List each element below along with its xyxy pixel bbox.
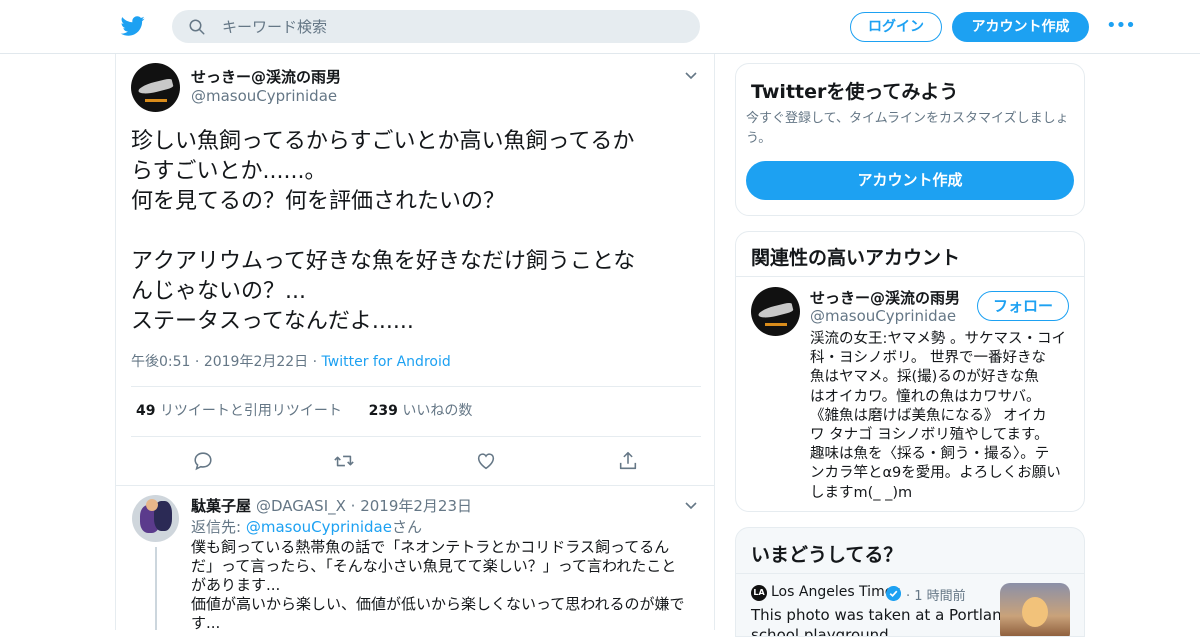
- reply-to-handle[interactable]: @masouCyprinidae: [246, 518, 392, 536]
- news-time-ago: · 1 時間前: [906, 589, 966, 604]
- search-icon: [189, 19, 205, 35]
- signup-card-title: Twitterを使ってみよう: [751, 81, 959, 103]
- author-avatar[interactable]: [131, 63, 180, 112]
- trends-card: いまどうしてる？ LA Los Angeles Times · 1 時間前 Th…: [735, 527, 1085, 637]
- tweet-date[interactable]: 2019年2月22日: [204, 354, 308, 370]
- signup-card-description: 今すぐ登録して、タイムラインをカスタマイズしましょ う。: [746, 109, 1076, 149]
- bio-line: ンカラ竿とα9を愛用。よろしくお願い: [810, 465, 1061, 482]
- thumbnail-subject: [1022, 597, 1048, 627]
- related-accounts-card: 関連性の高いアカウント せっきー@渓流の雨男 @masouCyprinidae …: [735, 231, 1085, 512]
- chevron-down-icon[interactable]: [685, 72, 697, 80]
- fish-logo: [757, 301, 794, 321]
- bio-line: 魚はヤマメ。採(撮)るのが好きな魚: [810, 369, 1039, 386]
- bio-line: しますm(_ _)m: [810, 484, 913, 501]
- search-box[interactable]: [172, 10, 700, 43]
- retweet-stat[interactable]: 49 リツイートと引用リツイート: [136, 403, 342, 419]
- top-bar: ログイン アカウント作成 •••: [0, 0, 1200, 54]
- bio-line: はオイカワ。憧れの魚はカワサバ。: [810, 388, 1041, 405]
- bio-line: ワ タナゴ ヨシノボリ殖やしてます。: [810, 426, 1049, 443]
- news-time-ago-value: 1 時間前: [914, 589, 966, 604]
- reply-icon[interactable]: [192, 450, 214, 472]
- share-icon[interactable]: [617, 450, 639, 472]
- reply-text-line: す...: [191, 614, 221, 630]
- news-headline[interactable]: This photo was taken at a Portland schoo…: [751, 605, 1012, 637]
- tweet-stats: 49 リツイートと引用リツイート 239 いいねの数: [136, 400, 472, 420]
- headline-line: school playground...: [751, 626, 903, 637]
- twitter-bird-icon[interactable]: [120, 14, 146, 38]
- tweet-text-line: ステータスってなんだよ......: [131, 309, 414, 334]
- news-source-name[interactable]: Los Angeles Times: [771, 584, 901, 600]
- retweet-count: 49: [136, 403, 156, 419]
- like-stat[interactable]: 239 いいねの数: [369, 403, 473, 419]
- tweet-text-line: らすごいとか......。: [131, 159, 327, 184]
- news-thumbnail[interactable]: [1000, 583, 1070, 636]
- related-account-avatar[interactable]: [751, 287, 800, 336]
- signup-button[interactable]: アカウント作成: [952, 12, 1089, 42]
- reply-author-name[interactable]: 駄菓子屋: [191, 495, 251, 516]
- divider: [131, 386, 701, 387]
- more-options-icon[interactable]: •••: [1106, 17, 1136, 35]
- like-stat-label: いいねの数: [402, 403, 473, 419]
- like-icon[interactable]: [475, 450, 497, 472]
- logo-label: [765, 323, 787, 326]
- tweet-author-handle[interactable]: @masouCyprinidae: [191, 87, 337, 105]
- signup-card-button[interactable]: アカウント作成: [746, 161, 1074, 200]
- news-source-logo: LA: [751, 585, 767, 601]
- tweet-author-name[interactable]: せっきー@渓流の雨男: [191, 66, 341, 87]
- avatar-face: [146, 499, 158, 511]
- tweet-meta: 午後0:51 · 2019年2月22日 · Twitter for Androi…: [131, 354, 451, 370]
- login-button[interactable]: ログイン: [850, 12, 942, 42]
- tweet-text-line: 珍しい魚飼ってるからすごいとか高い魚飼ってるか: [131, 129, 635, 154]
- reply-text-line: だ」って言ったら、「そんな小さい魚見てて楽しい？」って言われたこと: [191, 557, 677, 575]
- fish-logo: [137, 77, 174, 97]
- related-card-title: 関連性の高いアカウント: [751, 247, 961, 269]
- signup-card-desc-line: 今すぐ登録して、タイムラインをカスタマイズしましょ: [746, 111, 1069, 126]
- tweet-text: 珍しい魚飼ってるからすごいとか高い魚飼ってるか らすごいとか......。 何を…: [131, 127, 701, 337]
- verified-badge-icon: [886, 586, 901, 601]
- trends-card-title: いまどうしてる？: [751, 544, 903, 566]
- related-account-handle[interactable]: @masouCyprinidae: [810, 307, 956, 325]
- divider: [736, 276, 1084, 277]
- like-count: 239: [368, 403, 398, 419]
- follow-button[interactable]: フォロー: [977, 291, 1069, 321]
- tweet-text-line: 何を見てるの？何を評価されたいの？: [131, 189, 506, 214]
- reply-date[interactable]: 2019年2月23日: [360, 497, 472, 515]
- divider: [131, 436, 701, 437]
- reply-author-avatar[interactable]: [132, 495, 179, 542]
- bio-line: 趣味は魚を〈採る・飼う・撮る〉。テ: [810, 446, 1050, 463]
- reply-to-suffix: さん: [391, 518, 422, 536]
- tweet-text-line: んじゃないの？...: [131, 279, 306, 304]
- tweet-source-link[interactable]: Twitter for Android: [322, 354, 451, 370]
- retweet-stat-label: リツイートと引用リツイート: [159, 403, 342, 419]
- reply-author-handle[interactable]: @DAGASI_X: [256, 497, 346, 515]
- thread-line: [155, 547, 157, 630]
- divider: [116, 485, 714, 486]
- tweet-column: せっきー@渓流の雨男 @masouCyprinidae 珍しい魚飼ってるからすご…: [115, 54, 715, 630]
- reply-text-line: 価値が高いから楽しい、価値が低いから楽しくないって思われるのが嫌で: [191, 595, 685, 613]
- reply-to-prefix: 返信先:: [191, 518, 242, 536]
- chevron-down-icon[interactable]: [685, 502, 697, 510]
- signup-card-desc-line: う。: [746, 131, 772, 146]
- headline-line: This photo was taken at a Portland: [751, 606, 1012, 624]
- bio-line: 渓流の女王:ヤマメ勢 。サケマス・コイ: [810, 331, 1066, 347]
- reply-text: 僕も飼っている熱帯魚の話で「ネオンテトラとかコリドラス飼ってるん だ」って言った…: [191, 538, 696, 630]
- reply-text-line: 僕も飼っている熱帯魚の話で「ネオンテトラとかコリドラス飼ってるん: [191, 538, 670, 556]
- bio-line: 《雑魚は磨けば美魚になる》 オイカ: [810, 407, 1047, 424]
- reply-to: 返信先: @masouCyprinidaeさん: [191, 516, 422, 537]
- signup-card: Twitterを使ってみよう 今すぐ登録して、タイムラインをカスタマイズしましょ…: [735, 63, 1085, 216]
- tweet-text-line: [131, 217, 701, 247]
- retweet-icon[interactable]: [333, 450, 355, 472]
- bio-line: 科・ヨシノボリ。 世界で一番好きな: [810, 350, 1047, 367]
- search-input[interactable]: [222, 16, 682, 38]
- divider: [736, 573, 1084, 574]
- tweet-time[interactable]: 午後0:51: [131, 354, 190, 370]
- tweet-text-line: アクアリウムって好きな魚を好きなだけ飼うことな: [131, 249, 636, 274]
- reply-handle-date: @DAGASI_X · 2019年2月23日: [256, 497, 473, 515]
- reply-text-line: があります...: [191, 576, 281, 594]
- related-account-name[interactable]: せっきー@渓流の雨男: [810, 287, 960, 308]
- related-account-bio: 渓流の女王:ヤマメ勢 。サケマス・コイ 科・ヨシノボリ。 世界で一番好きな 魚は…: [810, 330, 1072, 503]
- logo-label: [145, 99, 167, 102]
